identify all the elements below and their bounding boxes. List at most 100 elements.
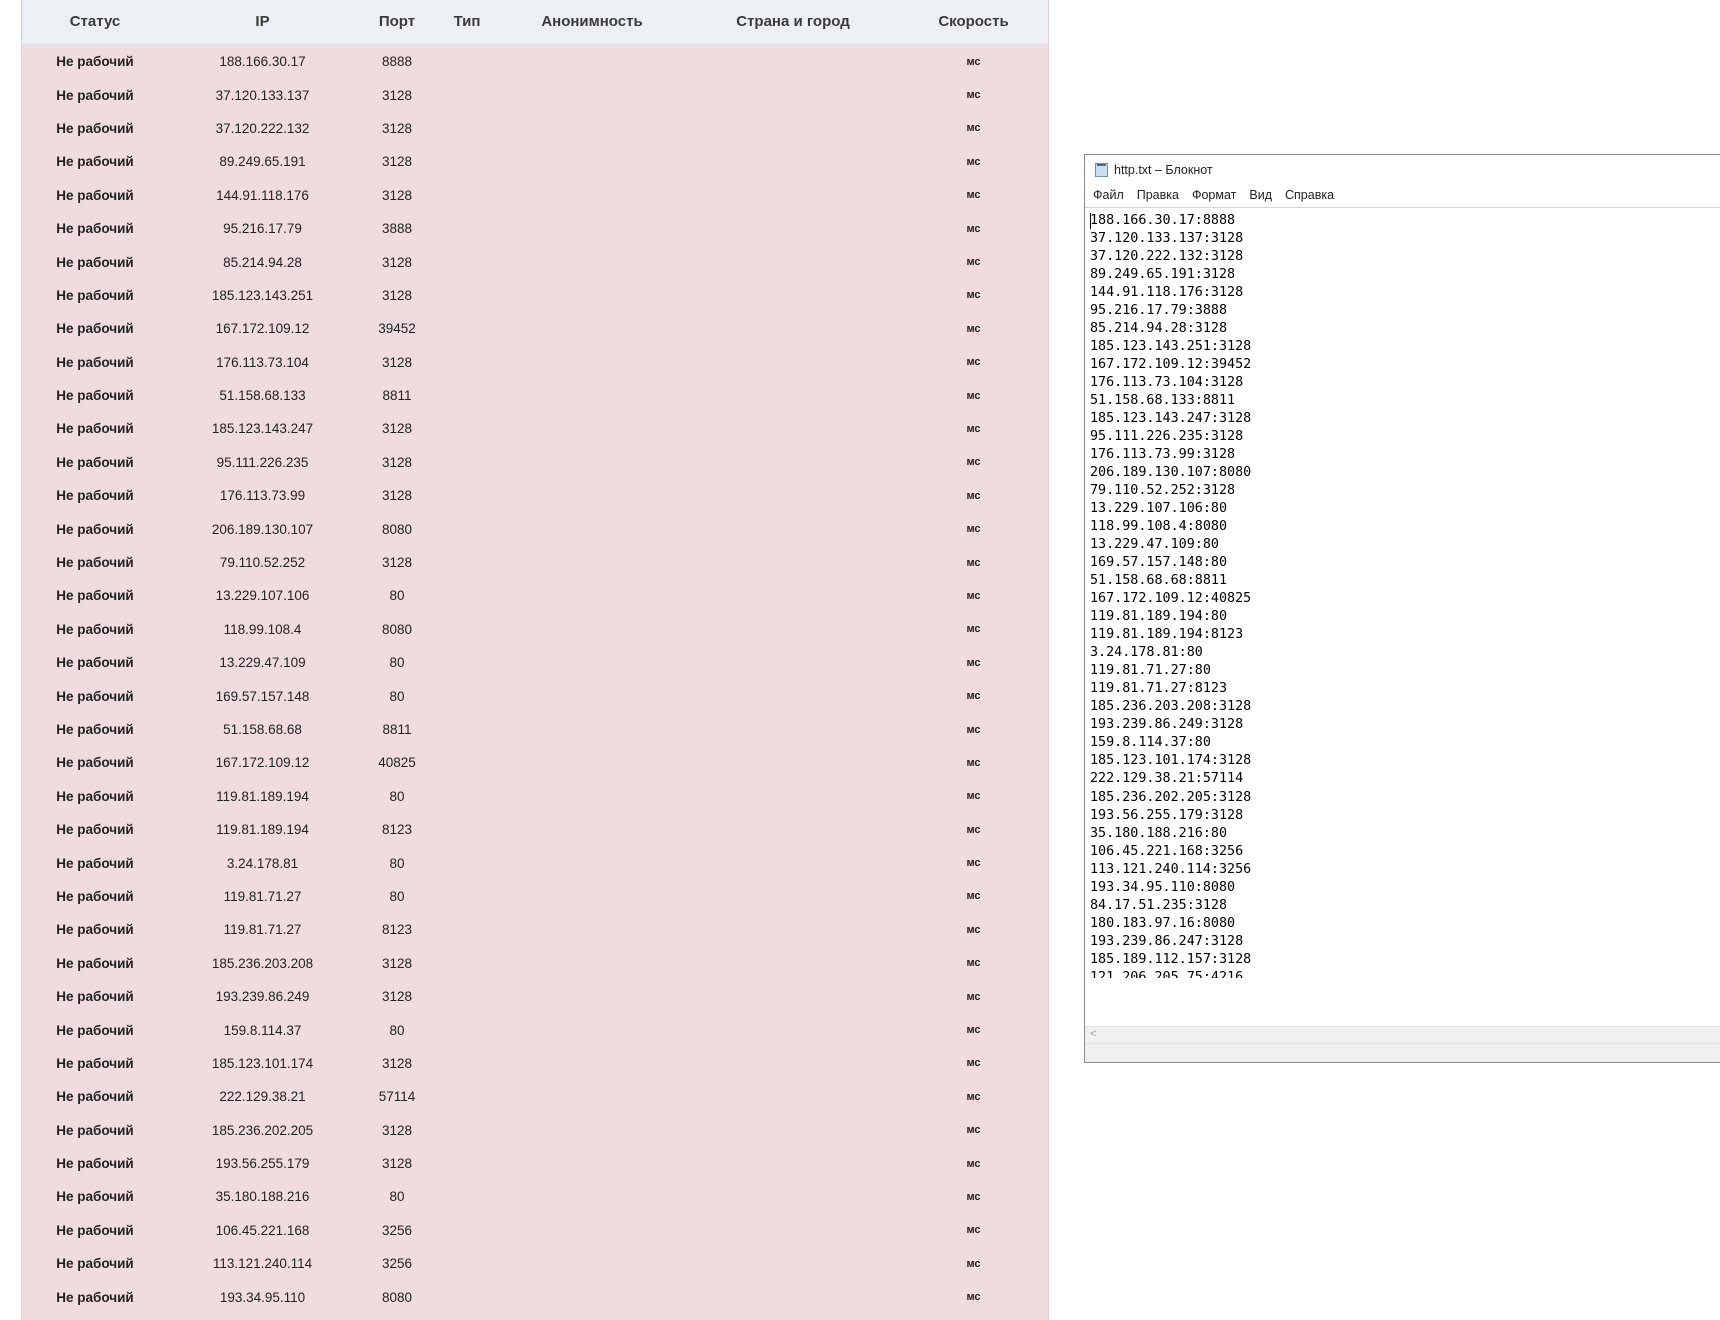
text-line: 118.99.108.4:8080 xyxy=(1090,519,1228,535)
table-row: Не рабочий 37.120.133.137 3128 мс xyxy=(22,78,1048,111)
text-cursor xyxy=(1090,213,1091,229)
column-header-status[interactable]: Статус xyxy=(22,0,168,45)
column-header-country-city[interactable]: Страна и город xyxy=(687,0,899,45)
cell-ip: 167.172.109.12 xyxy=(215,321,310,337)
cell-speed: мс xyxy=(966,222,981,235)
cell-country-city xyxy=(687,1214,899,1247)
text-line: 79.110.52.252:3128 xyxy=(1090,483,1236,499)
cell-port: 3256 xyxy=(381,1256,413,1272)
table-row: Не рабочий 119.81.71.27 80 мс xyxy=(22,880,1048,913)
cell-status: Не рабочий xyxy=(56,321,134,337)
cell-ip: 119.81.71.27 xyxy=(223,888,302,904)
cell-anonymity xyxy=(497,880,687,913)
cell-status: Не рабочий xyxy=(56,254,134,270)
cell-status: Не рабочий xyxy=(56,1156,134,1172)
cell-country-city xyxy=(687,1047,899,1080)
cell-type xyxy=(437,245,497,278)
cell-speed: мс xyxy=(966,823,981,836)
cell-speed: мс xyxy=(966,322,981,335)
column-header-speed[interactable]: Скорость xyxy=(899,0,1048,45)
cell-type xyxy=(437,1080,497,1113)
cell-type xyxy=(437,579,497,612)
cell-type xyxy=(437,112,497,145)
text-line: 119.81.71.27:80 xyxy=(1090,663,1211,679)
cell-ip: 176.113.73.99 xyxy=(219,488,306,504)
menu-format[interactable]: Формат xyxy=(1192,188,1236,202)
cell-ip: 119.81.189.194 xyxy=(216,822,309,838)
table-row: Не рабочий84.17.51.2353128 мс xyxy=(22,1314,1048,1320)
cell-speed: мс xyxy=(966,990,981,1003)
cell-anonymity xyxy=(497,1214,687,1247)
cell-country-city xyxy=(687,412,899,445)
cell-status: Не рабочий xyxy=(56,1089,134,1105)
cell-anonymity xyxy=(497,780,687,813)
cell-ip: 185.123.101.174 xyxy=(211,1055,314,1071)
cell-port: 3128 xyxy=(381,287,413,303)
column-header-ip[interactable]: IP xyxy=(168,0,357,45)
menu-view[interactable]: Вид xyxy=(1249,188,1272,202)
table-row: Не рабочий 85.214.94.28 3128 мс xyxy=(22,245,1048,278)
cell-anonymity xyxy=(497,1314,687,1320)
menu-edit[interactable]: Правка xyxy=(1137,188,1179,202)
column-header-type[interactable]: Тип xyxy=(437,0,497,45)
text-line: 85.214.94.28:3128 xyxy=(1090,321,1228,337)
cell-anonymity xyxy=(497,646,687,679)
column-header-anonymity[interactable]: Анонимность xyxy=(497,0,687,45)
cell-status: Не рабочий xyxy=(56,621,134,637)
table-row: Не рабочий 185.123.143.251 3128 мс xyxy=(22,279,1048,312)
table-row: Не рабочий 185.123.101.174 3128 мс xyxy=(22,1047,1048,1080)
menu-file[interactable]: Файл xyxy=(1093,188,1124,202)
cell-anonymity xyxy=(497,1114,687,1147)
cell-port: 3128 xyxy=(381,421,413,437)
table-row: Не рабочий 222.129.38.21 57114 мс xyxy=(22,1080,1048,1113)
text-line: 3.24.178.81:80 xyxy=(1090,645,1203,661)
cell-status: Не рабочий xyxy=(56,1222,134,1238)
horizontal-scrollbar[interactable]: < xyxy=(1085,1026,1720,1044)
table-row: Не рабочий 193.34.95.110 8080 мс xyxy=(22,1280,1048,1313)
table-row: Не рабочий 119.81.189.194 8123 мс xyxy=(22,813,1048,846)
cell-status: Не рабочий xyxy=(56,454,134,470)
cell-ip: 144.91.118.176 xyxy=(216,187,309,203)
cell-type xyxy=(437,947,497,980)
cell-anonymity xyxy=(497,579,687,612)
notepad-text-area[interactable]: 188.166.30.17:8888 37.120.133.137:3128 37.… xyxy=(1085,207,1720,978)
table-row: Не рабочий 167.172.109.12 40825 мс xyxy=(22,746,1048,779)
menu-help[interactable]: Справка xyxy=(1285,188,1334,202)
cell-type xyxy=(437,379,497,412)
cell-status: Не рабочий xyxy=(56,120,134,136)
cell-speed: мс xyxy=(966,857,981,870)
cell-type xyxy=(437,44,497,78)
cell-port: 8888 xyxy=(381,54,413,70)
cell-port: 3128 xyxy=(381,120,413,136)
notepad-window: http.txt – Блокнот Файл Правка Формат Ви… xyxy=(1084,154,1720,1063)
cell-country-city xyxy=(687,312,899,345)
table-row: Не рабочий 106.45.221.168 3256 мс xyxy=(22,1214,1048,1247)
cell-speed: мс xyxy=(966,790,981,803)
cell-speed: мс xyxy=(966,89,981,102)
text-line: 113.121.240.114:3256 xyxy=(1090,861,1252,877)
text-line: 206.189.130.107:8080 xyxy=(1090,465,1252,481)
text-line: 185.236.202.205:3128 xyxy=(1090,789,1252,805)
cell-port: 3128 xyxy=(381,154,413,170)
text-line: 95.111.226.235:3128 xyxy=(1090,429,1244,445)
text-line: 84.17.51.235:3128 xyxy=(1090,897,1228,913)
table-row: Не рабочий 119.81.71.27 8123 мс xyxy=(22,913,1048,946)
cell-anonymity xyxy=(497,679,687,712)
cell-speed: мс xyxy=(966,1257,981,1270)
cell-ip: 37.120.222.132 xyxy=(215,120,310,136)
table-row: Не рабочий 176.113.73.99 3128 мс xyxy=(22,479,1048,512)
notepad-titlebar[interactable]: http.txt – Блокнот xyxy=(1085,155,1720,185)
cell-country-city xyxy=(687,579,899,612)
cell-speed: мс xyxy=(966,55,981,68)
scroll-left-arrow-icon[interactable]: < xyxy=(1090,1027,1096,1042)
column-header-port[interactable]: Порт xyxy=(357,0,437,45)
text-line: 95.216.17.79:3888 xyxy=(1090,303,1228,319)
cell-status: Не рабочий xyxy=(56,1055,134,1071)
cell-port: 57114 xyxy=(378,1089,416,1105)
cell-speed: мс xyxy=(966,723,981,736)
text-line: 51.158.68.68:8811 xyxy=(1090,573,1228,589)
cell-status: Не рабочий xyxy=(56,354,134,370)
cell-status: Не рабочий xyxy=(56,855,134,871)
cell-country-city xyxy=(687,245,899,278)
cell-type xyxy=(437,1047,497,1080)
